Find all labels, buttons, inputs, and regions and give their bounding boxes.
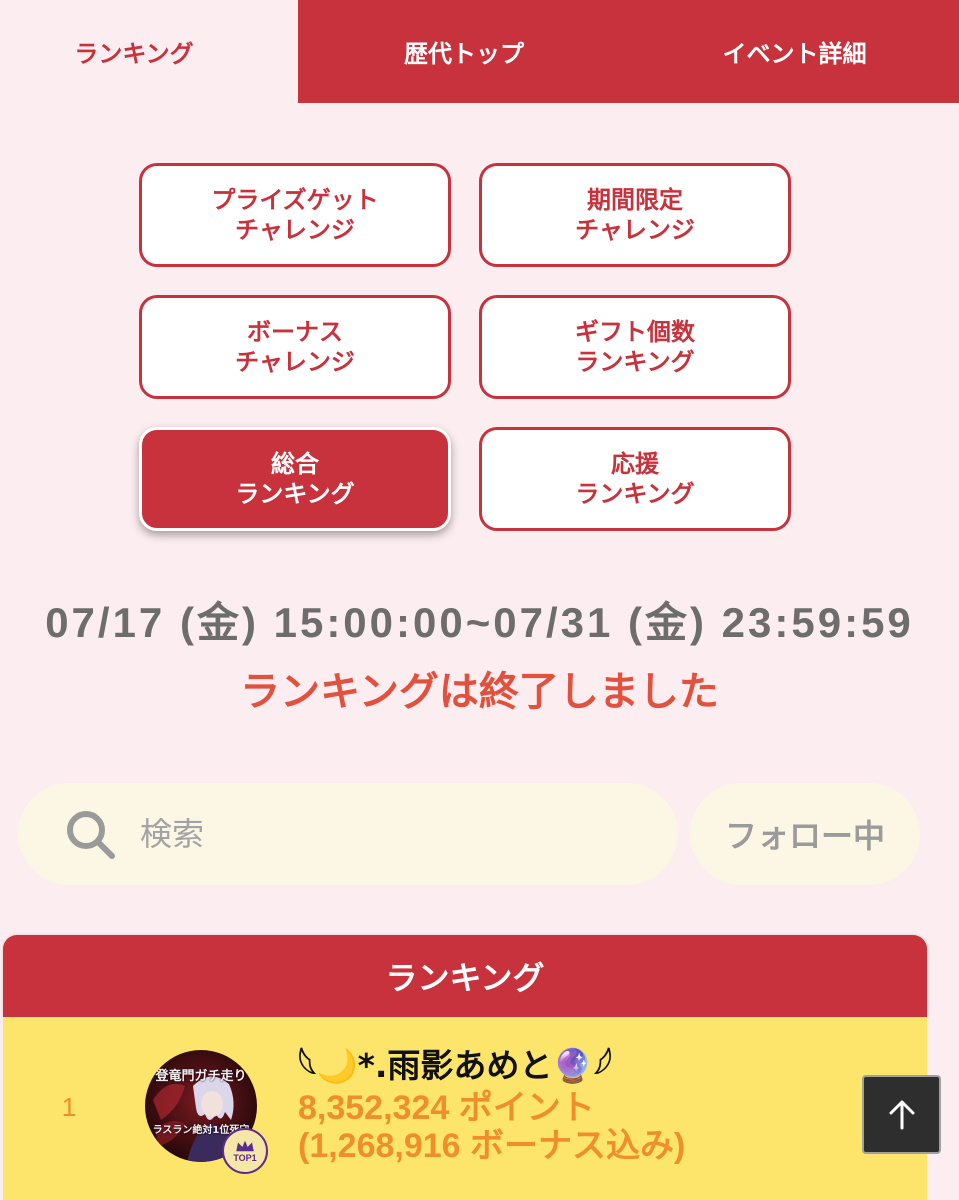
tab-bar: ランキング 歴代トップ イベント詳細 xyxy=(0,0,959,103)
user-bonus-points: (1,268,916 ボーナス込み) xyxy=(298,1127,686,1165)
tab-event-details[interactable]: イベント詳細 xyxy=(630,0,959,103)
ranking-status: ランキングは終了しました xyxy=(240,669,719,715)
gift-count-ranking-button[interactable]: ギフト個数 ランキング xyxy=(479,295,791,399)
tab-label: 歴代トップ xyxy=(404,40,524,68)
event-period: 07/17 (金) 15:00:00~07/31 (金) 23:59:59 xyxy=(45,599,914,646)
button-label-line: チャレンジ xyxy=(575,216,695,244)
overall-ranking-button[interactable]: 総合 ランキング xyxy=(139,427,451,531)
tab-all-time-top[interactable]: 歴代トップ xyxy=(298,0,630,103)
bonus-challenge-button[interactable]: ボーナス チャレンジ xyxy=(139,295,451,399)
crown-icon xyxy=(236,1140,254,1152)
button-label-line: ランキング xyxy=(575,480,695,508)
badge-label: TOP1 xyxy=(233,1153,257,1163)
tab-label: イベント詳細 xyxy=(722,40,867,68)
user-points: 8,352,324 ポイント xyxy=(298,1089,595,1127)
button-label-line: ランキング xyxy=(575,348,695,376)
tab-ranking[interactable]: ランキング xyxy=(0,0,298,103)
prize-get-challenge-button[interactable]: プライズゲット チャレンジ xyxy=(139,163,451,267)
top1-badge: TOP1 xyxy=(222,1128,268,1174)
search-icon xyxy=(67,811,115,859)
support-ranking-button[interactable]: 応援 ランキング xyxy=(479,427,791,531)
following-filter-button[interactable]: フォロー中 xyxy=(690,783,920,885)
search-input[interactable] xyxy=(140,783,660,885)
search-bar[interactable] xyxy=(18,783,678,885)
rank-number: 1 xyxy=(61,1092,77,1122)
ranking-header: ランキング xyxy=(3,935,927,1017)
button-label-line: 総合 xyxy=(271,450,319,478)
limited-period-challenge-button[interactable]: 期間限定 チャレンジ xyxy=(479,163,791,267)
avatar-caption-top: 登竜門ガチ走り xyxy=(155,1069,247,1084)
arrow-up-icon xyxy=(889,1100,914,1129)
scroll-to-top-button[interactable] xyxy=(862,1075,941,1154)
tab-label: ランキング xyxy=(74,40,194,68)
button-label-line: 期間限定 xyxy=(587,186,683,214)
user-name: 𓆩🌙*.雨影あめと🔮𓆪 xyxy=(298,1046,613,1085)
button-label-line: ギフト個数 xyxy=(575,318,695,346)
button-label-line: プライズゲット xyxy=(211,186,379,214)
button-label-line: 応援 xyxy=(611,450,659,478)
ranking-row[interactable]: 1 登竜門ガチ走り ラスラン絶対1位死守 TOP1 𓆩🌙*.雨影あめと🔮𓆪 8,… xyxy=(3,1017,927,1200)
button-label-line: チャレンジ xyxy=(235,216,355,244)
following-filter-label: フォロー中 xyxy=(724,817,885,855)
button-label-line: ランキング xyxy=(235,480,355,508)
button-label-line: チャレンジ xyxy=(235,348,355,376)
ranking-title: ランキング xyxy=(385,959,545,997)
button-label-line: ボーナス xyxy=(247,318,343,346)
